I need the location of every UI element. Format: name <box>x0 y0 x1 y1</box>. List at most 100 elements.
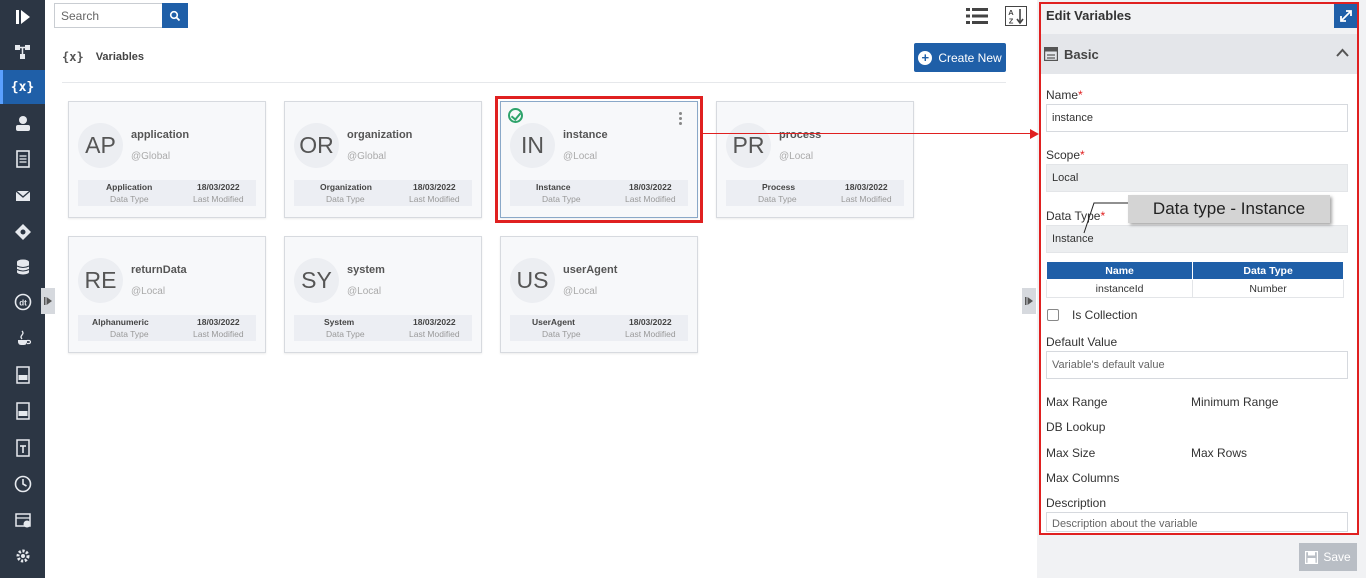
card-info: Process Data Type 18/03/2022 Last Modifi… <box>726 180 904 206</box>
text-file-icon[interactable] <box>0 431 45 465</box>
highlight-frame-panel <box>1039 2 1359 535</box>
card-data-type: UserAgent <box>532 317 575 327</box>
expand-right-icon <box>44 297 52 305</box>
variable-card-instance[interactable]: IN instance @Local Instance Data Type 18… <box>495 96 703 223</box>
search-button[interactable] <box>162 3 188 28</box>
card-data-type-label: Data Type <box>326 194 365 204</box>
card-name: application <box>131 129 190 141</box>
variable-card-returndata[interactable]: RE returnData @Local Alphanumeric Data T… <box>68 236 266 353</box>
card-modified-label: Last Modified <box>625 194 676 204</box>
list-view-icon[interactable] <box>966 6 988 26</box>
card-data-type-label: Data Type <box>758 194 797 204</box>
variables-glyph: {x} <box>10 79 35 95</box>
card-modified: 18/03/2022 <box>629 317 672 327</box>
card-modified-label: Last Modified <box>193 194 244 204</box>
xml-file-icon[interactable] <box>0 358 45 392</box>
save-button[interactable]: Save <box>1299 543 1357 571</box>
search-input[interactable] <box>54 3 163 28</box>
svg-text:Z: Z <box>1009 17 1014 26</box>
scheduler-icon[interactable] <box>0 503 45 537</box>
card-data-type: Instance <box>536 182 571 192</box>
gateway-icon[interactable] <box>0 215 45 249</box>
card-modified: 18/03/2022 <box>413 317 456 327</box>
card-info: Organization Data Type 18/03/2022 Last M… <box>294 180 472 206</box>
sort-az-icon[interactable]: AZ <box>1005 6 1027 26</box>
card-data-type-label: Data Type <box>542 329 581 339</box>
card-info: System Data Type 18/03/2022 Last Modifie… <box>294 315 472 341</box>
card-data-type: Alphanumeric <box>92 317 149 327</box>
user-icon[interactable] <box>0 106 45 140</box>
data-type-callout: Data type - Instance <box>1128 195 1330 223</box>
card-data-type: Process <box>762 182 796 192</box>
create-new-label: Create New <box>938 50 1002 65</box>
card-data-type-label: Data Type <box>326 329 365 339</box>
settings-gear-icon[interactable] <box>0 539 45 573</box>
annotation-arrow-line <box>701 133 1031 134</box>
variable-card-process[interactable]: PR process @Local Process Data Type 18/0… <box>716 101 914 218</box>
card-name: system <box>347 264 385 276</box>
header-divider <box>62 82 1006 83</box>
more-options-icon[interactable] <box>679 112 683 125</box>
card-data-type: Application <box>106 182 153 192</box>
csv-file-icon[interactable] <box>0 394 45 428</box>
page-header: {x} Variables <box>62 50 144 64</box>
card-name: returnData <box>131 264 187 276</box>
search-icon <box>169 10 181 21</box>
card-avatar: SY <box>294 258 339 303</box>
card-modified-label: Last Modified <box>409 329 460 339</box>
card-modified-label: Last Modified <box>841 194 892 204</box>
document-icon[interactable] <box>0 142 45 176</box>
card-scope: @Local <box>563 286 598 297</box>
datatype-icon[interactable]: dt <box>0 285 45 319</box>
java-icon[interactable] <box>0 321 45 355</box>
card-avatar: PR <box>726 123 771 168</box>
card-scope: @Local <box>779 151 814 162</box>
card-modified: 18/03/2022 <box>413 182 456 192</box>
svg-text:dt: dt <box>19 299 27 308</box>
variable-card-organization[interactable]: OR organization @Global Organization Dat… <box>284 101 482 218</box>
play-logo-icon[interactable] <box>0 0 45 34</box>
database-icon[interactable] <box>0 250 45 284</box>
mail-icon[interactable] <box>0 179 45 213</box>
left-nav-rail: {x} dt <box>0 0 45 578</box>
card-name: userAgent <box>563 264 618 276</box>
card-avatar: RE <box>78 258 123 303</box>
card-name: organization <box>347 129 413 141</box>
variable-card-application[interactable]: AP application @Global Application Data … <box>68 101 266 218</box>
card-avatar: OR <box>294 123 339 168</box>
selected-check-icon <box>508 108 523 123</box>
save-label: Save <box>1323 550 1351 564</box>
left-collapse-handle[interactable] <box>41 288 55 314</box>
clock-icon[interactable] <box>0 467 45 501</box>
variable-card-useragent[interactable]: US userAgent @Local UserAgent Data Type … <box>500 236 698 353</box>
card-modified: 18/03/2022 <box>629 182 672 192</box>
card-scope: @Local <box>131 286 166 297</box>
variables-title-icon: {x} <box>62 50 84 64</box>
collapse-right-icon <box>1025 297 1033 305</box>
card-modified-label: Last Modified <box>625 329 676 339</box>
card-info: Alphanumeric Data Type 18/03/2022 Last M… <box>78 315 256 341</box>
create-new-button[interactable]: + Create New <box>914 43 1006 72</box>
page-title: Variables <box>95 51 145 63</box>
right-collapse-handle[interactable] <box>1022 288 1036 314</box>
variables-icon[interactable]: {x} <box>0 70 45 104</box>
variable-card-system[interactable]: SY system @Local System Data Type 18/03/… <box>284 236 482 353</box>
card-modified-label: Last Modified <box>409 194 460 204</box>
card-scope: @Global <box>347 151 387 162</box>
card-avatar: US <box>510 258 555 303</box>
card-modified-label: Last Modified <box>193 329 244 339</box>
card-name: process <box>779 129 822 141</box>
process-flow-icon[interactable] <box>0 35 45 69</box>
plus-circle-icon: + <box>918 50 933 65</box>
card-modified: 18/03/2022 <box>845 182 888 192</box>
card-avatar: AP <box>78 123 123 168</box>
annotation-arrow-head <box>1030 129 1039 139</box>
callout-pointer <box>1083 202 1128 234</box>
card-info: Instance Data Type 18/03/2022 Last Modif… <box>510 180 688 206</box>
card-modified: 18/03/2022 <box>197 182 240 192</box>
card-data-type-label: Data Type <box>110 194 149 204</box>
card-data-type-label: Data Type <box>110 329 149 339</box>
card-scope: @Local <box>563 151 598 162</box>
save-disk-icon <box>1305 550 1319 564</box>
card-name: instance <box>563 129 608 141</box>
